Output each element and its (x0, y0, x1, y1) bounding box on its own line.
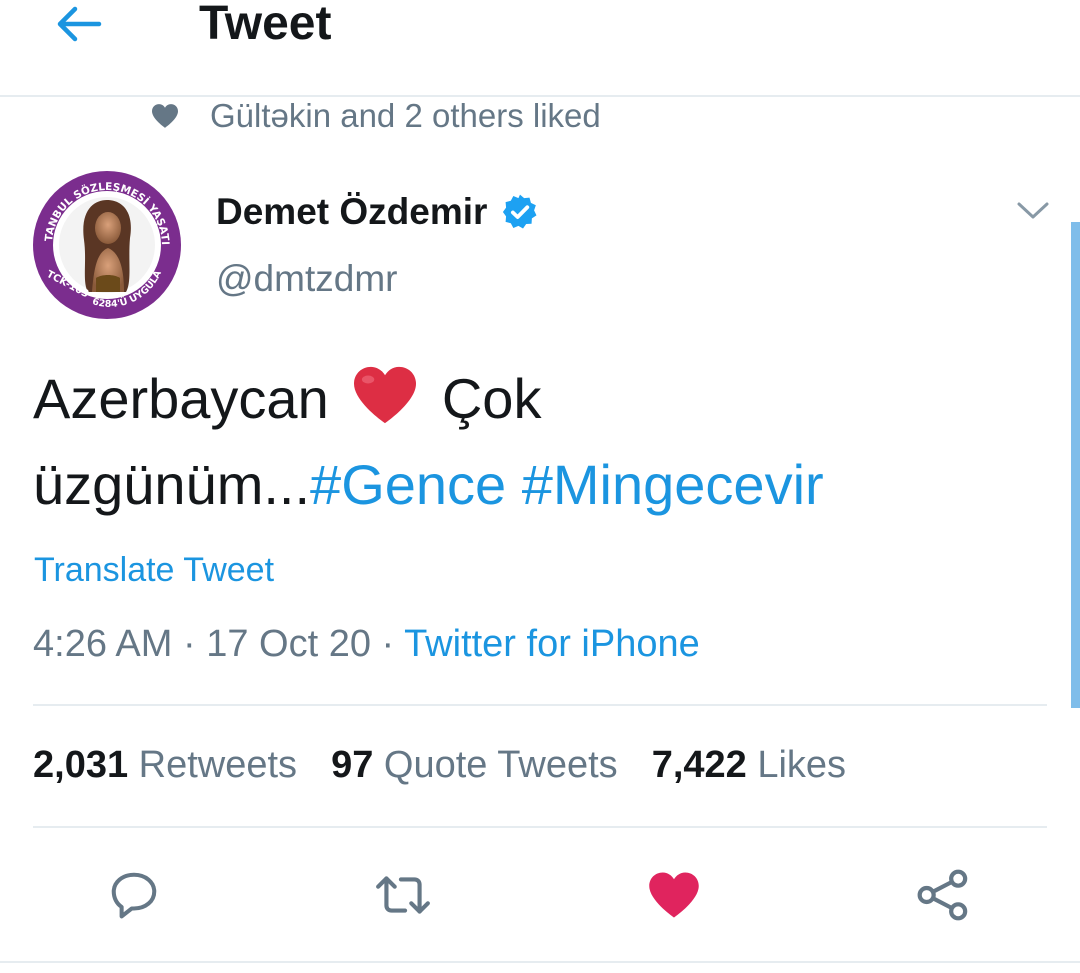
likes-label: Likes (757, 744, 847, 786)
tweet-source-link[interactable]: Twitter for iPhone (404, 623, 700, 665)
meta-separator: · (381, 623, 395, 665)
heart-icon (150, 102, 180, 130)
reply-icon (111, 872, 157, 919)
tweet-text-part: üzgünüm... (33, 453, 311, 516)
hashtag-link[interactable]: #Mingecevir (522, 453, 824, 516)
retweet-button[interactable] (374, 866, 432, 924)
social-context[interactable]: Gültəkin and 2 others liked (150, 94, 601, 138)
divider (33, 704, 1047, 706)
back-button[interactable] (50, 0, 106, 48)
reply-button[interactable] (105, 866, 163, 924)
tweet-text-part: Çok (441, 367, 542, 430)
author-handle[interactable]: @dmtzdmr (216, 258, 397, 300)
retweets-label: Retweets (138, 744, 298, 786)
share-icon (917, 869, 968, 921)
retweet-icon (376, 876, 430, 914)
red-heart-emoji-icon (350, 364, 420, 446)
avatar[interactable]: İSTANBUL SÖZLEŞMESİ YAŞATIR TCK-103 6284… (28, 159, 182, 320)
likes-count: 7,422 (651, 744, 747, 786)
verified-badge-icon (501, 193, 539, 231)
tweet-meta: 4:26 AM · 17 Oct 20 · Twitter for iPhone (33, 623, 700, 666)
quote-tweets-label: Quote Tweets (383, 744, 618, 786)
tweet-menu-button[interactable] (1014, 196, 1052, 226)
retweets-stat[interactable]: 2,031 Retweets (33, 744, 297, 787)
translate-tweet-link[interactable]: Translate Tweet (34, 551, 274, 590)
hashtag-link[interactable]: #Gence (310, 453, 506, 516)
tweet-text: Azerbaycan Çok üzgünüm...#Gence #Mingece… (33, 360, 1033, 524)
tweet-stats: 2,031 Retweets 97 Quote Tweets 7,422 Lik… (33, 744, 880, 787)
likes-stat[interactable]: 7,422 Likes (652, 744, 846, 787)
share-button[interactable] (914, 866, 972, 924)
tweet-time: 4:26 AM (33, 623, 173, 665)
tweet-text-part: Azerbaycan (33, 367, 329, 430)
divider (33, 826, 1047, 828)
chevron-down-icon (1017, 202, 1049, 219)
scrollbar[interactable] (1071, 222, 1080, 708)
author-name-row[interactable]: Demet Özdemir (216, 188, 539, 236)
divider (0, 961, 1080, 963)
quote-tweets-count: 97 (331, 744, 374, 786)
social-context-text: Gültəkin and 2 others liked (210, 97, 601, 134)
tweet-date: 17 Oct 20 (206, 623, 371, 665)
top-bar: Tweet (0, 0, 1080, 97)
author-name[interactable]: Demet Özdemir (216, 191, 487, 233)
arrow-left-icon (57, 6, 102, 42)
like-button[interactable] (645, 866, 703, 924)
page-title: Tweet (199, 0, 332, 50)
retweets-count: 2,031 (33, 744, 129, 786)
meta-separator: · (182, 623, 196, 665)
heart-filled-icon (649, 872, 699, 918)
quote-tweets-stat[interactable]: 97 Quote Tweets (331, 744, 618, 787)
